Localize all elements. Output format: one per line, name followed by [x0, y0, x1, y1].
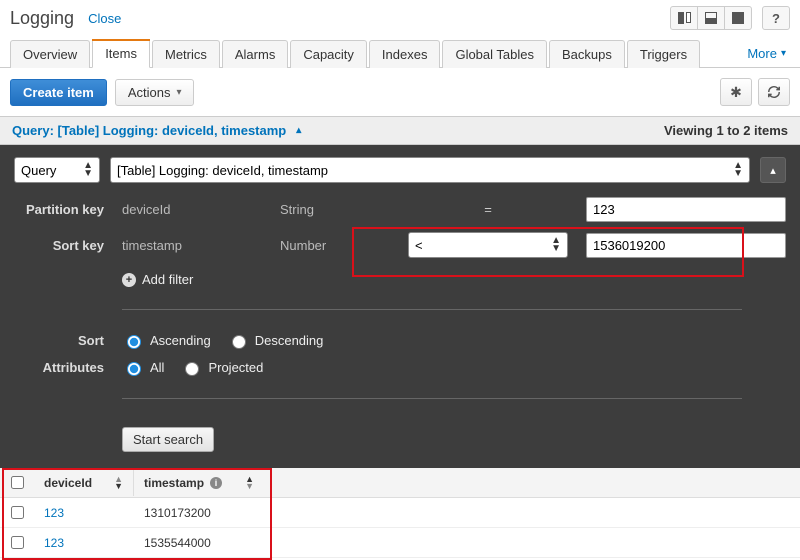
add-filter-label: Add filter [142, 272, 193, 287]
tab-capacity[interactable]: Capacity [290, 40, 367, 68]
tab-backups[interactable]: Backups [549, 40, 625, 68]
row-checkbox[interactable] [11, 536, 24, 549]
partition-key-value-input[interactable] [586, 197, 786, 222]
split-bottom-icon [705, 12, 717, 24]
sort-desc-label: Descending [255, 333, 324, 348]
updown-icon: ▲▼ [733, 162, 743, 178]
plus-icon: + [122, 273, 136, 287]
attr-all-label: All [150, 360, 164, 375]
table-row: 123 1535544000 [0, 528, 800, 558]
refresh-icon [767, 85, 781, 99]
chevron-down-icon: ▾ [781, 48, 786, 59]
col-deviceid-header[interactable]: deviceId ▲▼ [34, 470, 134, 496]
partition-key-name: deviceId [122, 202, 262, 217]
timestamp-cell: 1310173200 [134, 500, 264, 526]
sort-asc-label: Ascending [150, 333, 211, 348]
chevron-up-icon: ▴ [296, 125, 301, 136]
start-search-button[interactable]: Start search [122, 427, 214, 452]
close-link[interactable]: Close [88, 11, 121, 26]
page-header: Logging Close ? [0, 0, 800, 32]
sort-indicator-icon: ▲▼ [245, 476, 254, 490]
sort-key-name: timestamp [122, 238, 262, 253]
view-full-button[interactable] [724, 6, 752, 30]
sort-key-type: Number [280, 238, 390, 253]
sort-key-op-value: < [415, 238, 423, 253]
help-icon: ? [772, 11, 780, 26]
chevron-up-icon: ▴ [770, 164, 776, 177]
view-split-bottom-button[interactable] [697, 6, 725, 30]
tabs-more-label: More [747, 46, 777, 61]
split-left-icon [678, 12, 691, 24]
results-header: deviceId ▲▼ timestamp i ▲▼ [0, 468, 800, 498]
query-panel: Query ▲▼ [Table] Logging: deviceId, time… [0, 145, 800, 468]
sort-key-label: Sort key [14, 238, 104, 253]
tab-alarms[interactable]: Alarms [222, 40, 288, 68]
timestamp-cell: 1535544000 [134, 530, 264, 556]
attr-all-radio[interactable]: All [122, 359, 164, 376]
row-checkbox[interactable] [11, 506, 24, 519]
tabs-more[interactable]: More ▾ [743, 40, 790, 67]
sort-asc-radio[interactable]: Ascending [122, 332, 211, 349]
select-all-checkbox[interactable] [11, 476, 24, 489]
table-index-select[interactable]: [Table] Logging: deviceId, timestamp ▲▼ [110, 157, 750, 183]
create-item-button[interactable]: Create item [10, 79, 107, 106]
table-index-value: [Table] Logging: deviceId, timestamp [117, 163, 328, 178]
settings-button[interactable]: ✱ [720, 78, 752, 106]
tab-metrics[interactable]: Metrics [152, 40, 220, 68]
deviceid-link[interactable]: 123 [44, 536, 64, 550]
tabs-row: Overview Items Metrics Alarms Capacity I… [0, 32, 800, 68]
sort-key-value-input[interactable] [586, 233, 786, 258]
tab-indexes[interactable]: Indexes [369, 40, 441, 68]
attr-projected-radio[interactable]: Projected [180, 359, 263, 376]
query-mode-select[interactable]: Query ▲▼ [14, 157, 100, 183]
items-toolbar: Create item Actions ▾ ✱ [0, 68, 800, 116]
viewing-count: Viewing 1 to 2 items [664, 123, 788, 138]
tab-items[interactable]: Items [92, 39, 150, 68]
tab-triggers[interactable]: Triggers [627, 40, 700, 68]
partition-key-op: = [408, 202, 568, 217]
sort-indicator-icon: ▲▼ [114, 476, 123, 490]
actions-button[interactable]: Actions ▾ [115, 79, 195, 106]
page-title: Logging [10, 8, 74, 29]
sort-desc-radio[interactable]: Descending [227, 332, 324, 349]
actions-label: Actions [128, 85, 171, 100]
col-timestamp-label: timestamp [144, 476, 204, 490]
query-mode-value: Query [21, 163, 56, 178]
tab-global-tables[interactable]: Global Tables [442, 40, 547, 68]
add-filter-button[interactable]: + Add filter [122, 268, 786, 287]
gear-icon: ✱ [730, 84, 742, 101]
col-timestamp-header[interactable]: timestamp i ▲▼ [134, 470, 264, 496]
view-split-left-button[interactable] [670, 6, 698, 30]
table-row: 123 1310173200 [0, 498, 800, 528]
sort-key-op-select[interactable]: < ▲▼ [408, 232, 568, 258]
chevron-down-icon: ▾ [176, 87, 181, 98]
sort-order-label: Sort [14, 333, 104, 348]
col-deviceid-label: deviceId [44, 476, 92, 490]
collapse-panel-button[interactable]: ▴ [760, 157, 786, 183]
help-button[interactable]: ? [762, 6, 790, 30]
refresh-button[interactable] [758, 78, 790, 106]
attr-projected-label: Projected [208, 360, 263, 375]
full-icon [732, 12, 744, 24]
tab-overview[interactable]: Overview [10, 40, 90, 68]
deviceid-link[interactable]: 123 [44, 506, 64, 520]
query-summary-bar[interactable]: Query: [Table] Logging: deviceId, timest… [0, 116, 800, 145]
updown-icon: ▲▼ [551, 237, 561, 253]
info-icon: i [210, 477, 222, 489]
partition-key-label: Partition key [14, 202, 104, 217]
results-area: deviceId ▲▼ timestamp i ▲▼ 123 131017320… [0, 468, 800, 558]
query-summary-text: Query: [Table] Logging: deviceId, timest… [12, 123, 286, 138]
updown-icon: ▲▼ [83, 162, 93, 178]
attributes-label: Attributes [14, 360, 104, 375]
partition-key-type: String [280, 202, 390, 217]
